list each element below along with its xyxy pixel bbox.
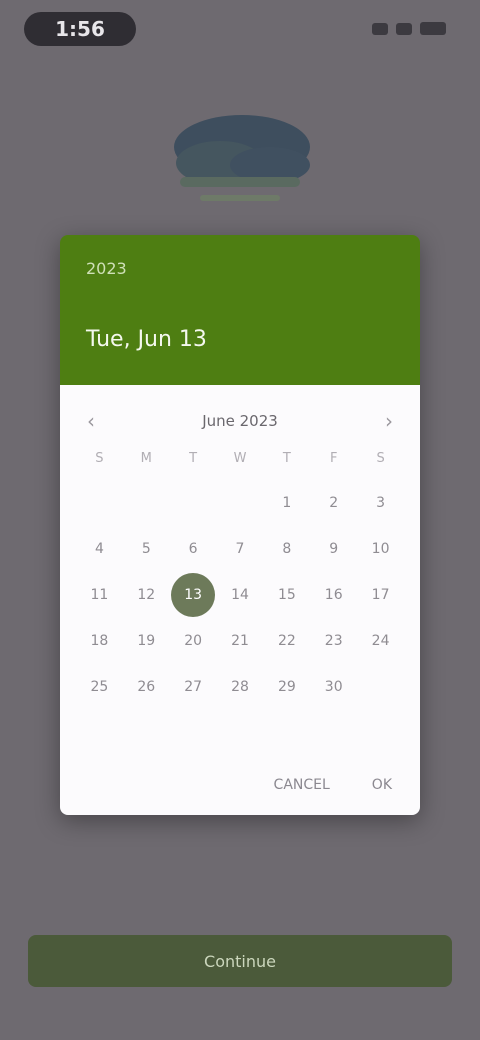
day-cell[interactable]: 24 [357, 619, 404, 663]
day-grid: 1 2 3 4 5 6 7 8 9 10 11 12 13 14 15 16 17 18 19 20 21 22 23 24 2… [76, 481, 404, 709]
cancel-button[interactable]: CANCEL [268, 769, 336, 801]
day-cell[interactable]: 10 [357, 527, 404, 571]
chevron-left-icon[interactable]: ‹ [76, 406, 106, 436]
month-navigation: ‹ June 2023 › [60, 403, 420, 439]
battery-icon [420, 22, 446, 35]
day-cell[interactable]: 14 [217, 573, 264, 617]
ok-button[interactable]: OK [366, 769, 398, 801]
day-blank [123, 481, 170, 525]
header-selected-date[interactable]: Tue, Jun 13 [86, 327, 207, 352]
dialog-actions: CANCEL OK [268, 769, 398, 801]
day-cell[interactable]: 26 [123, 665, 170, 709]
day-cell[interactable]: 1 [263, 481, 310, 525]
day-cell-selected[interactable]: 13 [171, 573, 216, 617]
day-cell[interactable]: 20 [170, 619, 217, 663]
day-blank [170, 481, 217, 525]
date-picker-header: 2023 Tue, Jun 13 [60, 235, 420, 385]
day-blank [217, 481, 264, 525]
day-cell[interactable]: 11 [76, 573, 123, 617]
wifi-icon [396, 22, 412, 35]
weekday-label: F [329, 451, 338, 466]
weekday-header: SMTWTFS [76, 447, 404, 471]
day-cell[interactable]: 23 [310, 619, 357, 663]
day-cell[interactable]: 29 [263, 665, 310, 709]
day-blank [76, 481, 123, 525]
calendar-body: ‹ June 2023 › SMTWTFS 1 2 3 4 5 6 7 8 9 10 11 12 13 1… [60, 385, 420, 815]
day-cell[interactable]: 8 [263, 527, 310, 571]
day-cell[interactable]: 2 [310, 481, 357, 525]
day-cell[interactable]: 5 [123, 527, 170, 571]
header-year[interactable]: 2023 [86, 259, 127, 278]
day-cell[interactable]: 16 [310, 573, 357, 617]
weekday-label: T [189, 451, 198, 466]
day-cell[interactable]: 9 [310, 527, 357, 571]
weekday-label: M [140, 451, 152, 466]
weekday-label: W [233, 451, 247, 466]
weekday-label: T [282, 451, 291, 466]
continue-button[interactable]: Continue [28, 935, 452, 987]
day-cell[interactable]: 27 [170, 665, 217, 709]
day-cell[interactable]: 15 [263, 573, 310, 617]
app-logo [160, 105, 320, 215]
day-cell[interactable]: 30 [310, 665, 357, 709]
day-cell[interactable]: 12 [123, 573, 170, 617]
day-cell[interactable]: 28 [217, 665, 264, 709]
status-icons [372, 22, 446, 35]
day-cell[interactable]: 4 [76, 527, 123, 571]
month-label: June 2023 [202, 412, 278, 430]
status-time: 1:56 [24, 12, 136, 46]
day-cell[interactable]: 7 [217, 527, 264, 571]
continue-button-label: Continue [204, 951, 276, 971]
day-cell[interactable]: 6 [170, 527, 217, 571]
day-cell[interactable]: 19 [123, 619, 170, 663]
chevron-right-icon[interactable]: › [374, 406, 404, 436]
day-cell[interactable]: 22 [263, 619, 310, 663]
day-cell[interactable]: 25 [76, 665, 123, 709]
day-cell[interactable]: 3 [357, 481, 404, 525]
date-picker-dialog: 2023 Tue, Jun 13 ‹ June 2023 › SMTWTFS 1… [60, 235, 420, 815]
signal-icon [372, 22, 388, 35]
logo-graphic [174, 115, 310, 201]
weekday-label: S [95, 451, 104, 466]
day-cell[interactable]: 17 [357, 573, 404, 617]
day-cell[interactable]: 18 [76, 619, 123, 663]
weekday-label: S [376, 451, 385, 466]
status-bar: 1:56 [0, 0, 480, 60]
day-cell[interactable]: 21 [217, 619, 264, 663]
